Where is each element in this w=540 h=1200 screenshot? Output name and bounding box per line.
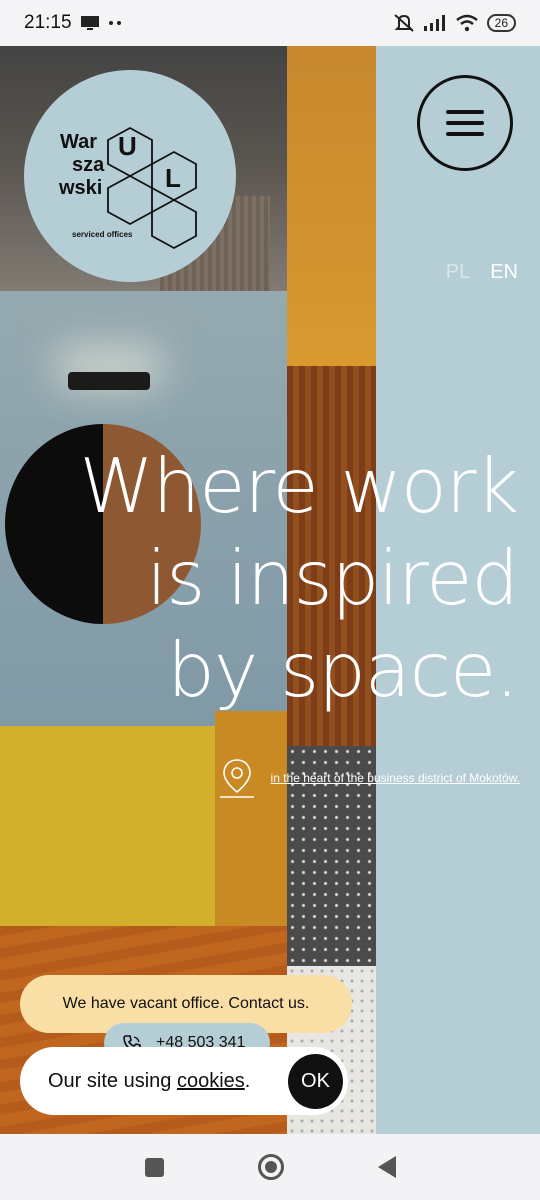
cookie-ok-button[interactable]: OK xyxy=(288,1054,343,1109)
cookie-suffix: . xyxy=(244,1069,251,1092)
lang-en-link[interactable]: EN xyxy=(490,261,518,284)
signal-icon xyxy=(423,15,445,31)
battery-icon: 26 xyxy=(486,14,516,32)
hamburger-icon-line xyxy=(446,132,484,136)
logo-word-line-2: sza xyxy=(72,154,105,176)
status-right: 26 xyxy=(393,13,516,33)
logo-word-line-3: wski xyxy=(59,177,103,199)
cookies-link[interactable]: cookies xyxy=(177,1070,245,1092)
menu-button[interactable] xyxy=(417,75,513,171)
back-icon[interactable] xyxy=(377,1156,396,1178)
location-row: in the heart of the business district of… xyxy=(219,756,520,800)
headline-line-3: by space. xyxy=(167,626,519,714)
location-link[interactable]: in the heart of the business district of… xyxy=(271,771,520,785)
scene-yellow-wall xyxy=(0,726,220,946)
logo-letter-l: L xyxy=(165,163,181,193)
hero-headline: Where work is inspired by space. xyxy=(80,440,519,716)
headline-line-1: Where work xyxy=(79,442,519,530)
cookie-text: Our site using xyxy=(48,1069,177,1092)
lang-pl-link[interactable]: PL xyxy=(446,261,470,284)
cookie-message: Our site using cookies. xyxy=(48,1070,250,1093)
language-switcher: PL EN xyxy=(446,261,518,284)
logo-subtitle: serviced offices xyxy=(72,230,133,239)
status-left: 21:15 xyxy=(24,12,122,34)
hamburger-icon-line xyxy=(446,121,484,125)
logo-letter-u: U xyxy=(118,131,137,161)
status-time: 21:15 xyxy=(24,12,72,33)
scene-lamp xyxy=(68,372,150,390)
logo[interactable]: War sza wski U L serviced offices xyxy=(24,70,236,282)
monitor-icon xyxy=(80,16,99,30)
wifi-icon xyxy=(455,14,478,32)
hamburger-icon xyxy=(446,110,484,114)
system-nav-bar xyxy=(0,1134,540,1200)
dots-icon xyxy=(108,21,121,25)
hero-section: War sza wski U L serviced offices PL EN … xyxy=(0,46,540,1134)
headline-line-2: is inspired xyxy=(146,534,519,622)
logo-word-line-1: War xyxy=(60,131,98,153)
home-icon-dot xyxy=(264,1161,277,1173)
scene-panel-orange xyxy=(287,46,377,376)
home-icon[interactable] xyxy=(257,1154,284,1180)
status-bar: 21:15 26 xyxy=(0,0,540,46)
mute-icon xyxy=(393,14,414,32)
map-pin-icon xyxy=(219,759,254,798)
cookie-banner: Our site using cookies. OK xyxy=(20,1047,348,1115)
scene-orange-wall xyxy=(215,711,290,951)
recents-icon[interactable] xyxy=(144,1157,164,1177)
